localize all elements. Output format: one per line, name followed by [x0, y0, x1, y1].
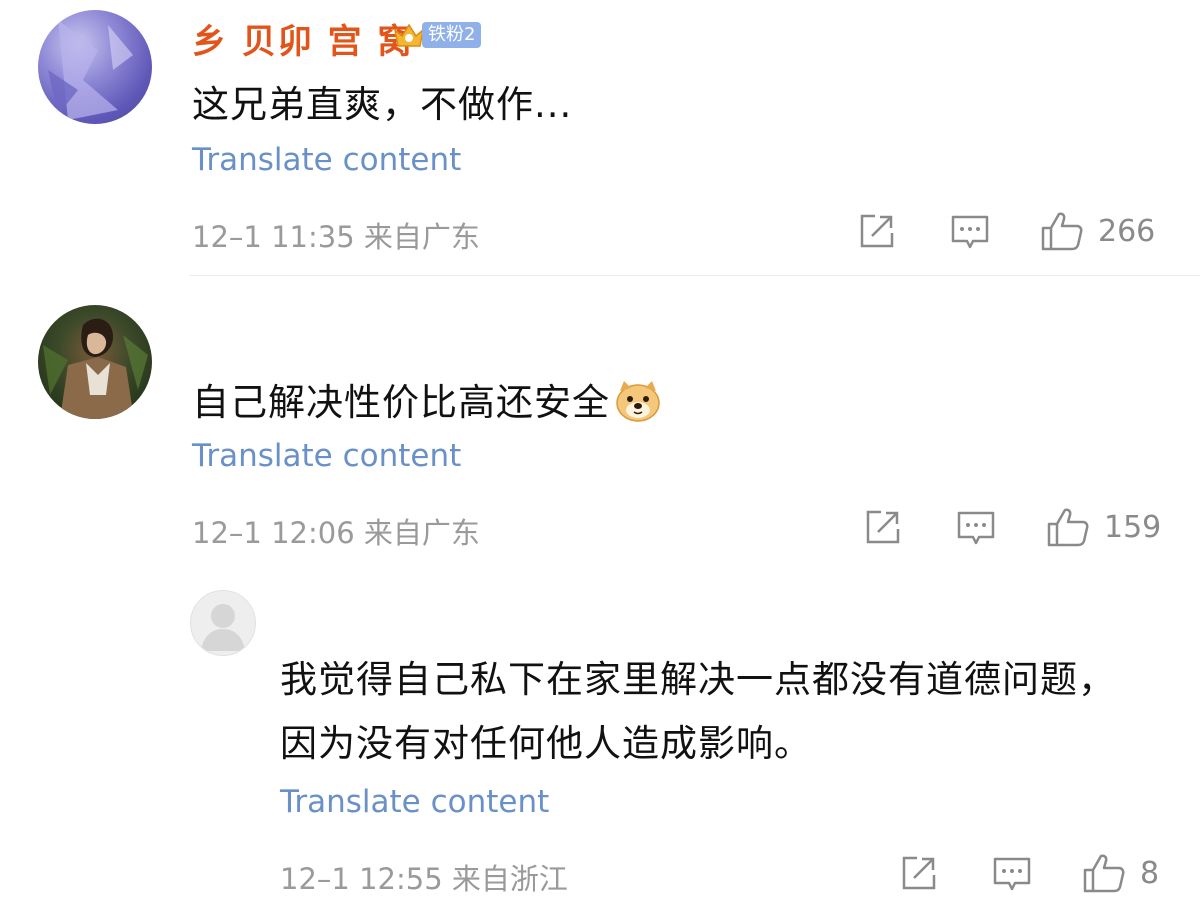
share-button[interactable] [900, 854, 938, 892]
comment-text: 我觉得自己私下在家里解决一点都没有道德问题，因为没有对任何他人造成影响。 [280, 658, 1116, 765]
translate-link[interactable]: Translate content [192, 142, 461, 178]
comment-button[interactable] [956, 508, 996, 548]
comment-icon [951, 215, 989, 249]
like-button[interactable]: 159 [1046, 506, 1161, 548]
share-icon [866, 510, 900, 544]
like-count: 8 [1140, 855, 1160, 891]
share-icon [860, 214, 894, 248]
comment-button[interactable] [950, 212, 990, 252]
comment-text: 自己解决性价比高还安全 [192, 372, 662, 426]
divider [190, 275, 1200, 276]
comment-meta: 12–1 11:35 来自广东 [192, 220, 480, 254]
comment-text: 这兄弟直爽，不做作... [192, 83, 573, 126]
avatar[interactable] [190, 590, 256, 656]
thumbs-up-icon [1083, 854, 1125, 893]
crown-icon [393, 23, 425, 47]
avatar[interactable] [38, 10, 152, 124]
comment-icon [993, 857, 1031, 891]
doge-emoji-icon [616, 381, 660, 422]
like-count: 266 [1098, 213, 1156, 249]
thumbs-up-icon [1047, 508, 1089, 547]
like-button[interactable]: 8 [1082, 852, 1159, 894]
like-count: 159 [1104, 509, 1162, 545]
share-button[interactable] [864, 508, 902, 546]
like-button[interactable]: 266 [1040, 210, 1155, 252]
comment-text-content: 自己解决性价比高还安全 [192, 381, 610, 424]
comment-button[interactable] [992, 854, 1032, 894]
comment-meta: 12–1 12:06 来自广东 [192, 516, 480, 550]
comment-meta: 12–1 12:55 来自浙江 [280, 862, 568, 896]
username[interactable]: 乡 贝卯 宫 窝 [192, 14, 414, 63]
fan-badge-label: 铁粉2 [422, 22, 482, 48]
share-icon [902, 856, 936, 890]
avatar[interactable] [38, 305, 152, 419]
comment-icon [957, 511, 995, 545]
fan-badge[interactable]: 铁粉2 [392, 20, 482, 50]
thumbs-up-icon [1041, 212, 1083, 251]
share-button[interactable] [858, 212, 896, 250]
translate-link[interactable]: Translate content [192, 438, 461, 474]
translate-link[interactable]: Translate content [280, 784, 549, 820]
